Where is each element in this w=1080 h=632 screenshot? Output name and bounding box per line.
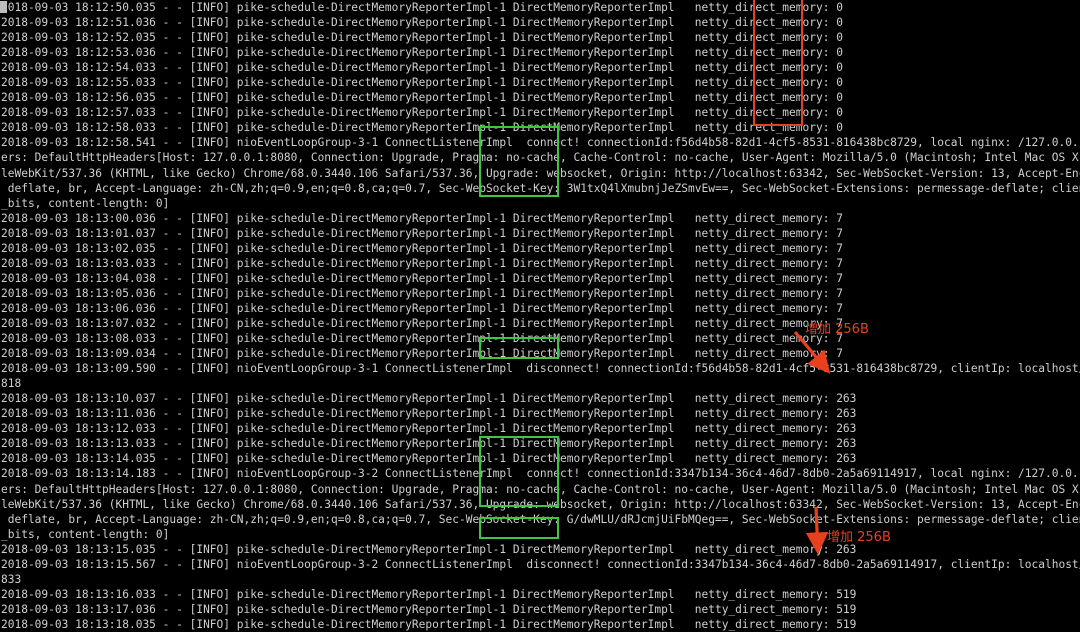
text-cursor — [0, 1, 7, 13]
log-line: 818 — [1, 377, 22, 391]
highlight-box-zero-values — [753, 0, 803, 126]
log-line: 2018-09-03 18:12:54.033 - - [INFO] pike-… — [1, 61, 843, 75]
log-line: 833 — [1, 572, 22, 586]
log-line: 2018-09-03 18:12:56.035 - - [INFO] pike-… — [1, 91, 843, 105]
log-line: 2018-09-03 18:13:06.036 - - [INFO] pike-… — [1, 301, 843, 315]
log-line: 2018-09-03 18:13:17.036 - - [INFO] pike-… — [1, 602, 857, 616]
log-line: 2018-09-03 18:13:18.035 - - [INFO] pike-… — [1, 617, 857, 631]
log-line-text: 2018-09-03 18:12:50.035 - - [INFO] pike-… — [1, 1, 843, 14]
log-line: 2018-09-03 18:12:52.035 - - [INFO] pike-… — [1, 31, 843, 45]
log-line: 2018-09-03 18:13:00.036 - - [INFO] pike-… — [1, 211, 843, 225]
log-line: 2018-09-03 18:13:07.032 - - [INFO] pike-… — [1, 316, 843, 330]
highlight-box-disconnect-2 — [479, 517, 559, 539]
log-line: 2018-09-03 18:13:03.033 - - [INFO] pike-… — [1, 256, 843, 270]
log-line: 2018-09-03 18:12:53.036 - - [INFO] pike-… — [1, 46, 843, 60]
highlight-box-disconnect-1 — [479, 337, 559, 359]
log-line: 2018-09-03 18:13:02.035 - - [INFO] pike-… — [1, 241, 843, 255]
log-line: 2018-09-03 18:13:05.036 - - [INFO] pike-… — [1, 286, 843, 300]
log-line: 2018-09-03 18:13:01.037 - - [INFO] pike-… — [1, 226, 843, 240]
log-line: 2018-09-03 18:12:51.036 - - [INFO] pike-… — [1, 16, 843, 30]
terminal-log-viewer[interactable]: 2018-09-03 18:12:50.035 - - [INFO] pike-… — [0, 0, 1080, 631]
log-line: 2018-09-03 18:13:15.035 - - [INFO] pike-… — [1, 542, 857, 556]
log-line: 2018-09-03 18:12:50.035 - - [INFO] pike-… — [0, 0, 1080, 15]
log-line: 2018-09-03 18:13:10.037 - - [INFO] pike-… — [1, 392, 857, 406]
log-line: 2018-09-03 18:12:55.033 - - [INFO] pike-… — [1, 76, 843, 90]
log-line: 2018-09-03 18:13:16.033 - - [INFO] pike-… — [1, 587, 857, 601]
log-line: 2018-09-03 18:13:09.590 - - [INFO] nioEv… — [1, 362, 1080, 376]
annotation-arrow-2 — [805, 506, 829, 555]
annotation-arrow-1 — [793, 330, 831, 374]
log-line: _bits, content-length: 0] — [1, 196, 170, 210]
log-line: 2018-09-03 18:13:11.036 - - [INFO] pike-… — [1, 407, 857, 421]
log-line: 2018-09-03 18:12:57.033 - - [INFO] pike-… — [1, 106, 843, 120]
log-line: 2018-09-03 18:13:04.038 - - [INFO] pike-… — [1, 271, 843, 285]
log-line: 2018-09-03 18:13:15.567 - - [INFO] nioEv… — [1, 557, 1080, 571]
highlight-box-connect-1 — [479, 126, 559, 197]
log-line: 2018-09-03 18:13:12.033 - - [INFO] pike-… — [1, 422, 857, 436]
highlight-box-connect-2 — [479, 436, 559, 507]
